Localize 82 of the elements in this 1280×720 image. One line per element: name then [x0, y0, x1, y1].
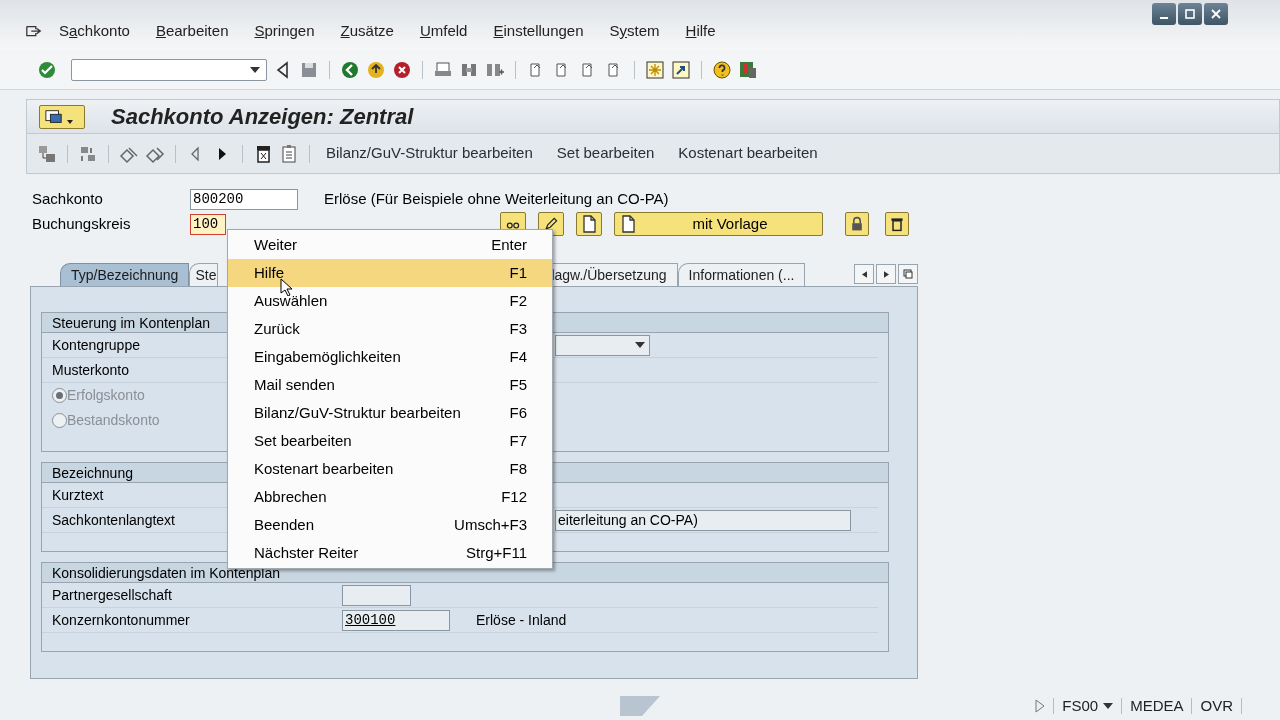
screen-menu-button[interactable]: [39, 104, 85, 129]
triangle-right-icon: [883, 270, 889, 278]
field-label: Musterkonto: [52, 362, 130, 378]
maximize-icon: [1185, 9, 1195, 19]
hierarchy-icon[interactable]: [37, 143, 57, 164]
toolbar-button[interactable]: Set bearbeiten: [550, 142, 661, 165]
server-name: MEDEA: [1130, 695, 1184, 716]
field-label: Sachkonto: [32, 188, 104, 209]
tab[interactable]: Typ/Bezeichnung: [60, 263, 190, 286]
command-field[interactable]: [71, 58, 267, 81]
scroll-left-button[interactable]: [854, 264, 874, 284]
context-menu-item[interactable]: Bilanz/GuV-Struktur bearbeiten F6: [228, 399, 552, 427]
delete-button[interactable]: [885, 212, 909, 236]
context-menu-item[interactable]: Hilfe F1: [228, 259, 552, 287]
tab-list-button[interactable]: [898, 264, 918, 284]
windows-icon: [903, 269, 913, 279]
menu-item[interactable]: Umfeld: [419, 19, 468, 42]
input-field[interactable]: [342, 584, 411, 606]
scroll-right-button[interactable]: [876, 264, 896, 284]
screen-icon: [44, 107, 64, 126]
exit-icon[interactable]: [366, 59, 386, 80]
enter-check-icon[interactable]: [37, 59, 57, 80]
context-menu-item[interactable]: Abbrechen F12: [228, 483, 552, 511]
tab[interactable]: Ste: [189, 263, 219, 286]
menu-item[interactable]: Zusätze: [340, 19, 394, 42]
input-field[interactable]: eiterleitung an CO-PA): [555, 509, 851, 531]
minimize-button[interactable]: [1152, 3, 1176, 25]
dropdown-arrow-icon[interactable]: [1103, 703, 1114, 709]
layout-menu-icon[interactable]: [738, 59, 758, 80]
cancel-icon[interactable]: [392, 59, 412, 80]
transaction-code: FS00: [1062, 695, 1099, 716]
mouse-cursor-icon: [280, 278, 292, 296]
menu-item[interactable]: Springen: [254, 19, 315, 42]
field-label: Kontengruppe: [52, 337, 140, 353]
expand-status-icon[interactable]: [1035, 699, 1046, 713]
field-label: Erfolgskonto: [67, 386, 145, 405]
lock-button[interactable]: [845, 212, 869, 236]
context-menu-item[interactable]: Mail senden F5: [228, 371, 552, 399]
input-field[interactable]: 300100: [342, 609, 450, 631]
template-button[interactable]: mit Vorlage: [614, 212, 823, 236]
menu-item[interactable]: Sachkonto: [59, 19, 130, 42]
field-label: Bestandskonto: [67, 411, 160, 430]
maximize-button[interactable]: [1178, 3, 1202, 25]
trash-icon: [889, 216, 905, 232]
field-description: Erlöse - Inland: [476, 610, 567, 630]
input-field[interactable]: 100: [190, 213, 226, 235]
close-button[interactable]: [1204, 3, 1228, 25]
tab[interactable]: Informationen (...: [677, 263, 806, 286]
minimize-icon: [1160, 17, 1168, 19]
dropdown-arrow-icon: [67, 119, 73, 124]
new-session-icon[interactable]: [645, 59, 665, 80]
input-mode: OVR: [1200, 695, 1233, 716]
help-icon[interactable]: [712, 59, 732, 80]
account-description: Erlöse (Für Beispiele ohne Weiterleitung an CO-PA): [324, 188, 669, 209]
context-menu-item[interactable]: Beenden Umsch+F3: [228, 511, 552, 539]
field-label: Kurztext: [52, 487, 104, 503]
document-icon[interactable]: [279, 143, 299, 164]
dropdown-arrow-icon[interactable]: [635, 342, 645, 348]
context-menu-item[interactable]: Auswählen F2: [228, 287, 552, 315]
close-icon: [1211, 9, 1221, 19]
menu-item[interactable]: System: [609, 19, 660, 42]
field-label: Konzernkontonummer: [52, 612, 190, 628]
context-menu-item[interactable]: Set bearbeiten F7: [228, 427, 552, 455]
lock-icon: [849, 216, 865, 232]
shortcut-icon[interactable]: [671, 59, 691, 80]
context-menu-item[interactable]: Weiter Enter: [228, 231, 552, 259]
back-icon[interactable]: [340, 59, 360, 80]
menu-item[interactable]: Hilfe: [685, 19, 716, 42]
screen-title: Sachkonto Anzeigen: Zentral: [111, 103, 414, 131]
dropdown-arrow-icon[interactable]: [250, 66, 260, 73]
triangle-left-icon: [861, 270, 867, 278]
logo-icon: [620, 696, 660, 716]
toolbar-button[interactable]: Bilanz/GuV-Struktur bearbeiten: [320, 142, 539, 165]
menu-item[interactable]: Bearbeiten: [155, 19, 229, 42]
context-menu-item[interactable]: Eingabemöglichkeiten F4: [228, 343, 552, 371]
field-label: Partnergesellschaft: [52, 587, 172, 603]
toolbar-button[interactable]: Kostenart bearbeiten: [672, 142, 824, 165]
input-field[interactable]: 800200: [190, 188, 298, 210]
pencil-icon: [543, 216, 559, 232]
field-label: Sachkontenlangtext: [52, 512, 175, 528]
menu-item[interactable]: Einstellungen: [493, 19, 584, 42]
field-label: Buchungskreis: [32, 213, 132, 234]
